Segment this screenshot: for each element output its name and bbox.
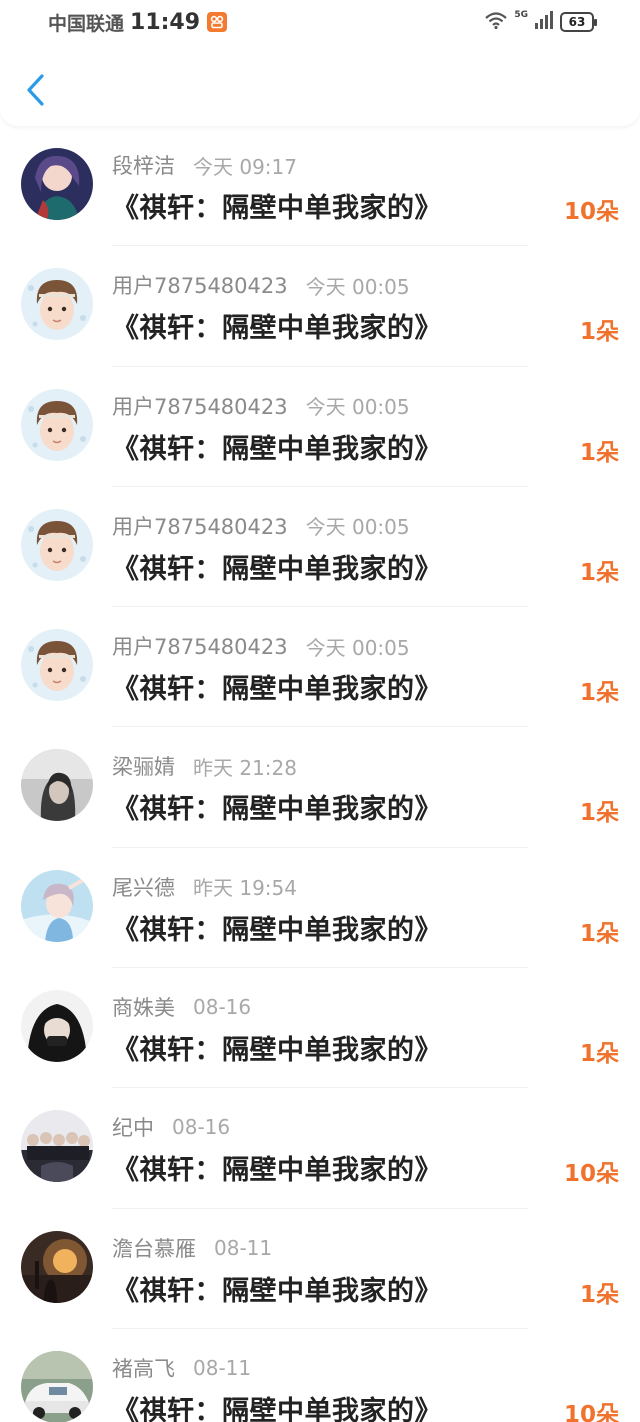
user-name[interactable]: 澹台慕雁 xyxy=(112,1233,196,1263)
user-name[interactable]: 用户7875480423 xyxy=(112,270,288,300)
app-notification-icon xyxy=(207,12,228,32)
list-item[interactable]: 梁骊婧 昨天 21:28 《祺轩：隔壁中单我家的》 1朵 xyxy=(0,727,640,848)
gift-amount: 10朵 xyxy=(563,199,619,225)
list-item[interactable]: 尾兴德 昨天 19:54 《祺轩：隔壁中单我家的》 1朵 xyxy=(0,848,640,969)
user-name[interactable]: 梁骊婧 xyxy=(112,751,175,781)
car-avatar[interactable] xyxy=(21,1350,93,1422)
list-item[interactable]: 商姝美 08-16 《祺轩：隔壁中单我家的》 1朵 xyxy=(0,968,640,1089)
list-item[interactable]: 纪中 08-16 《祺轩：隔壁中单我家的》 10朵 xyxy=(0,1088,640,1209)
status-bar: 中国联通 11:49 5G 63 xyxy=(0,0,640,44)
gift-time: 08-11 xyxy=(193,1355,252,1380)
item-meta: 尾兴德 昨天 19:54 xyxy=(112,872,297,902)
user-name[interactable]: 尾兴德 xyxy=(112,872,175,902)
user-name[interactable]: 段梓洁 xyxy=(112,150,175,180)
gift-amount: 1朵 xyxy=(579,1281,619,1308)
gift-amount: 1朵 xyxy=(579,1041,619,1068)
gift-time: 今天 00:05 xyxy=(305,395,410,420)
book-title[interactable]: 《祺轩：隔壁中单我家的》 xyxy=(112,1028,442,1067)
book-title[interactable]: 《祺轩：隔壁中单我家的》 xyxy=(112,787,442,826)
wifi-icon xyxy=(484,10,508,34)
gift-record-list: 段梓洁 今天 09:17 《祺轩：隔壁中单我家的》 10朵 用户78754804… xyxy=(0,126,640,1422)
book-title[interactable]: 《祺轩：隔壁中单我家的》 xyxy=(112,667,442,706)
navigation-bar xyxy=(0,44,640,126)
gift-time: 今天 09:17 xyxy=(193,154,297,179)
gift-time: 今天 00:05 xyxy=(305,635,410,660)
item-meta: 用户7875480423 今天 00:05 xyxy=(112,631,410,661)
anime-boy-avatar[interactable] xyxy=(21,508,93,581)
gray-photo-avatar[interactable] xyxy=(21,749,93,822)
anime-boy-avatar[interactable] xyxy=(21,388,93,461)
anime-boy-avatar[interactable] xyxy=(21,629,93,702)
user-name[interactable]: 用户7875480423 xyxy=(112,631,288,661)
list-item[interactable]: 段梓洁 今天 09:17 《祺轩：隔壁中单我家的》 10朵 xyxy=(0,126,640,247)
book-title[interactable]: 《祺轩：隔壁中单我家的》 xyxy=(112,1148,442,1187)
gift-amount: 10朵 xyxy=(563,1401,619,1422)
list-item[interactable]: 用户7875480423 今天 00:05 《祺轩：隔壁中单我家的》 1朵 xyxy=(0,487,640,608)
gift-time: 今天 00:05 xyxy=(305,274,410,299)
list-item[interactable]: 澹台慕雁 08-11 《祺轩：隔壁中单我家的》 1朵 xyxy=(0,1209,640,1329)
item-meta: 用户7875480423 今天 00:05 xyxy=(112,270,410,300)
gift-amount: 1朵 xyxy=(579,559,619,586)
anime-blue-avatar[interactable] xyxy=(21,869,93,942)
gift-amount: 1朵 xyxy=(579,439,619,466)
list-item[interactable]: 用户7875480423 今天 00:05 《祺轩：隔壁中单我家的》 1朵 xyxy=(0,607,640,728)
carrier-name: 中国联通 xyxy=(48,12,125,35)
gift-time: 昨天 21:28 xyxy=(193,755,297,780)
anime-boy-avatar[interactable] xyxy=(21,268,93,341)
book-title[interactable]: 《祺轩：隔壁中单我家的》 xyxy=(112,1269,442,1308)
book-title[interactable]: 《祺轩：隔壁中单我家的》 xyxy=(112,186,442,225)
battery-level: 63 xyxy=(568,15,586,29)
list-item[interactable]: 用户7875480423 今天 00:05 《祺轩：隔壁中单我家的》 1朵 xyxy=(0,367,640,487)
item-meta: 用户7875480423 今天 00:05 xyxy=(112,391,410,421)
item-meta: 澹台慕雁 08-11 xyxy=(112,1233,272,1263)
item-meta: 商姝美 08-16 xyxy=(112,992,251,1022)
gift-amount: 1朵 xyxy=(579,800,619,827)
user-name[interactable]: 褚高飞 xyxy=(112,1353,175,1383)
gift-time: 08-11 xyxy=(214,1235,273,1260)
item-meta: 褚高飞 08-11 xyxy=(112,1353,251,1383)
dark-hoodie-avatar[interactable] xyxy=(21,990,93,1063)
gift-amount: 1朵 xyxy=(579,319,619,346)
book-title[interactable]: 《祺轩：隔壁中单我家的》 xyxy=(112,1389,442,1422)
chevron-left-icon xyxy=(27,74,44,106)
anime-girl-avatar[interactable] xyxy=(21,148,93,220)
gift-amount: 1朵 xyxy=(579,680,619,707)
book-title[interactable]: 《祺轩：隔壁中单我家的》 xyxy=(112,306,442,345)
gift-time: 08-16 xyxy=(172,1115,231,1140)
user-name[interactable]: 用户7875480423 xyxy=(112,391,288,421)
item-meta: 梁骊婧 昨天 21:28 xyxy=(112,751,297,781)
book-title[interactable]: 《祺轩：隔壁中单我家的》 xyxy=(112,427,442,466)
gift-time: 08-16 xyxy=(193,995,252,1020)
user-name[interactable]: 商姝美 xyxy=(112,992,175,1022)
gift-amount: 10朵 xyxy=(563,1161,619,1188)
group-photo-avatar[interactable] xyxy=(21,1110,93,1183)
gift-time: 今天 00:05 xyxy=(305,515,410,540)
battery-icon: 63 xyxy=(560,12,597,32)
book-title[interactable]: 《祺轩：隔壁中单我家的》 xyxy=(112,908,442,947)
gift-time: 昨天 19:54 xyxy=(193,876,297,901)
item-meta: 用户7875480423 今天 00:05 xyxy=(112,511,410,541)
list-item[interactable]: 用户7875480423 今天 00:05 《祺轩：隔壁中单我家的》 1朵 xyxy=(0,246,640,367)
status-time: 11:49 xyxy=(130,9,201,35)
item-meta: 纪中 08-16 xyxy=(112,1112,230,1142)
list-item[interactable]: 褚高飞 08-11 《祺轩：隔壁中单我家的》 10朵 xyxy=(0,1329,640,1422)
book-title[interactable]: 《祺轩：隔壁中单我家的》 xyxy=(112,547,442,586)
sunset-avatar[interactable] xyxy=(21,1230,93,1303)
status-icons: 5G 63 xyxy=(484,10,597,34)
network-type-icon: 5G xyxy=(514,10,528,20)
signal-icon xyxy=(534,11,554,33)
back-button[interactable] xyxy=(18,70,52,110)
user-name[interactable]: 用户7875480423 xyxy=(112,511,288,541)
gift-amount: 1朵 xyxy=(579,920,619,947)
item-meta: 段梓洁 今天 09:17 xyxy=(112,150,297,180)
user-name[interactable]: 纪中 xyxy=(112,1112,154,1142)
